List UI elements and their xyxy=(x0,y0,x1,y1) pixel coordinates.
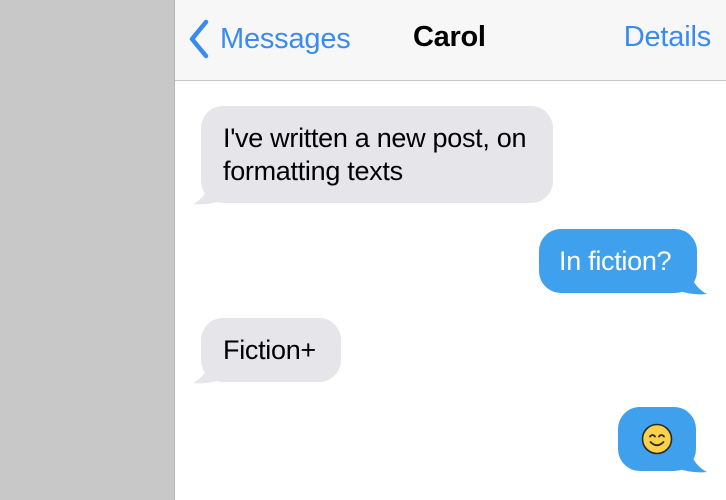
back-label: Messages xyxy=(220,22,351,55)
smiling-face-icon xyxy=(641,423,673,455)
contact-name-title[interactable]: Carol xyxy=(413,21,486,54)
message-text: In fiction? xyxy=(559,246,672,276)
message-bubble-incoming[interactable]: I've written a new post, on formatting t… xyxy=(201,106,553,203)
back-to-messages-button[interactable]: Messages xyxy=(188,17,351,61)
messages-screen: Messages Carol Details I've written a ne… xyxy=(174,0,726,500)
details-button[interactable]: Details xyxy=(624,21,711,54)
message-bubble-outgoing-emoji[interactable] xyxy=(618,407,696,471)
navigation-bar: Messages Carol Details xyxy=(175,0,726,81)
message-text: Fiction+ xyxy=(223,335,316,365)
message-bubble-incoming[interactable]: Fiction+ xyxy=(201,318,341,382)
chevron-left-icon xyxy=(188,19,210,59)
left-gray-panel xyxy=(0,0,174,500)
message-bubble-outgoing[interactable]: In fiction? xyxy=(539,229,697,293)
message-text: I've written a new post, on formatting t… xyxy=(223,123,527,186)
